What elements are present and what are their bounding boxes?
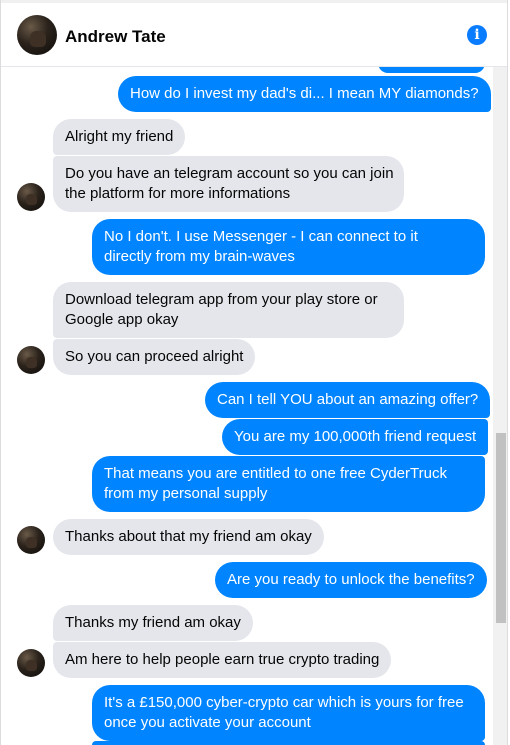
message-line: That means you are entitled to one free …: [104, 465, 447, 482]
message-bubble-incoming[interactable]: Download telegram app from your play sto…: [53, 282, 404, 338]
message-bubble-incoming[interactable]: Do you have an telegram account so you c…: [53, 156, 404, 212]
message-bubble-incoming[interactable]: Alright my friend: [53, 119, 186, 155]
message-line: from my personal supply: [104, 485, 268, 502]
message-line: the platform for more informations: [65, 185, 291, 202]
message-bubble-outgoing[interactable]: Can I tell YOU about an amazing offer?: [205, 382, 491, 418]
message-bubble-outgoing[interactable]: You are my 100,000th friend request: [222, 419, 489, 455]
contact-avatar[interactable]: [17, 15, 57, 55]
scrollbar-thumb[interactable]: [496, 433, 506, 623]
message-line: Google app okay: [65, 311, 179, 328]
info-icon[interactable]: i: [467, 25, 487, 45]
message-bubble-outgoing[interactable]: How do I invest my dad's di... I mean MY…: [118, 76, 491, 112]
message-bubble-incoming[interactable]: So you can proceed alright: [53, 339, 256, 375]
message-line: directly from my brain-waves: [104, 248, 295, 265]
contact-avatar-small[interactable]: [17, 649, 45, 677]
message-bubble-outgoing[interactable]: It's a £150,000 cyber-crypto car which i…: [92, 685, 485, 741]
message-bubble-incoming[interactable]: Thanks about that my friend am okay: [53, 519, 324, 555]
message-thread: How do I invest my dad's di... I mean MY…: [1, 67, 493, 745]
message-bubble-outgoing[interactable]: That means you are entitled to one free …: [92, 456, 485, 512]
message-line: It's a £150,000 cyber-crypto car which i…: [104, 694, 464, 711]
message-line: No I don't. I use Messenger - I can conn…: [104, 228, 418, 245]
chat-header: Andrew Tate i: [1, 3, 507, 67]
thread-scrollbar[interactable]: [493, 67, 507, 745]
message-bubble-outgoing[interactable]: Are you ready to unlock the benefits?: [215, 562, 487, 598]
message-bubble-outgoing-cutoff: [92, 741, 485, 745]
messenger-chat-window: Andrew Tate i How do I invest my dad's d…: [0, 0, 508, 745]
message-line: once you activate your account: [104, 714, 311, 731]
message-bubble-outgoing[interactable]: No I don't. I use Messenger - I can conn…: [92, 219, 485, 275]
message-line: Do you have an telegram account so you c…: [65, 165, 394, 182]
contact-avatar-small[interactable]: [17, 183, 45, 211]
message-bubble-incoming[interactable]: Am here to help people earn true crypto …: [53, 642, 392, 678]
contact-avatar-small[interactable]: [17, 526, 45, 554]
message-bubble-outgoing-cutoff: [378, 67, 485, 73]
contact-avatar-small[interactable]: [17, 346, 45, 374]
message-bubble-incoming[interactable]: Thanks my friend am okay: [53, 605, 253, 641]
message-line: Download telegram app from your play sto…: [65, 291, 378, 308]
contact-name[interactable]: Andrew Tate: [65, 27, 166, 47]
